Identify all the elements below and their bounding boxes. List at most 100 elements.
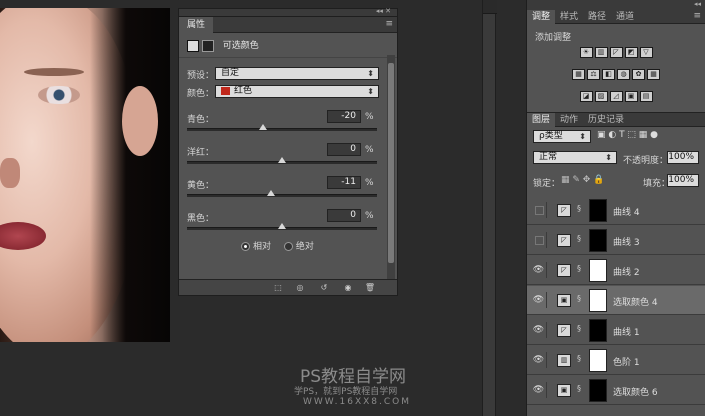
clip-layer-icon[interactable]: ⬚ [271, 282, 285, 293]
relative-radio[interactable] [241, 242, 250, 251]
adjustment-title: 可选颜色 [222, 41, 259, 51]
color-balance-icon[interactable]: ⚖ [587, 69, 600, 80]
layer-mask-thumbnail[interactable] [589, 229, 607, 252]
canvas-image [0, 8, 170, 342]
tab-paths[interactable]: 路径 [583, 10, 611, 24]
layer-row[interactable]: 👁 ◸ § 曲线 2 [527, 256, 705, 285]
visibility-eye-icon[interactable]: 👁 [531, 292, 547, 308]
properties-scrollbar[interactable] [387, 55, 395, 281]
slider-track[interactable] [187, 124, 377, 131]
tab-properties[interactable]: 属性 [179, 17, 214, 33]
layer-name: 选取颜色 4 [613, 298, 658, 308]
lock-label: 锁定： [533, 179, 561, 189]
layer-row[interactable]: 👁 ▣ § 选取颜色 4 [527, 286, 705, 315]
layer-mask-thumbnail[interactable] [589, 349, 607, 372]
layer-filter-select[interactable]: ρ类型 ⬍ [533, 130, 591, 143]
layer-mask-thumbnail[interactable] [589, 289, 607, 312]
slider-thumb[interactable] [278, 157, 286, 163]
collapse-right-icon[interactable]: ◂◂ [694, 0, 701, 8]
right-panels: ◂◂ 调整 样式 路径 通道 ≡ 添加调整 ☀ ▥ ◸ ◩ ▽ ▦ ⚖ ◧ ◍ ✿ ▦ ◪ ▨ ◿ ▣ ▤ 图层… [526, 0, 705, 416]
lock-icons[interactable]: ▦ ✎ ✥ 🔒 [561, 175, 604, 185]
photo-filter-icon[interactable]: ◍ [617, 69, 630, 80]
absolute-label: 绝对 [295, 242, 314, 252]
slider-value[interactable]: -11 [327, 176, 361, 189]
slider-track[interactable] [187, 223, 377, 230]
hue-icon[interactable]: ▦ [572, 69, 585, 80]
slider-thumb[interactable] [266, 190, 275, 196]
layer-name: 曲线 4 [613, 208, 640, 218]
visibility-eye-icon[interactable]: 👁 [531, 382, 547, 398]
tab-styles[interactable]: 样式 [555, 10, 583, 24]
slider-track[interactable] [187, 190, 377, 197]
invert-icon[interactable]: ◪ [579, 91, 593, 102]
layer-mask-thumbnail[interactable] [589, 379, 607, 402]
selective-color-add-icon[interactable]: ▣ [624, 91, 638, 102]
slider-track[interactable] [187, 157, 377, 164]
link-icon: § [577, 384, 581, 393]
vibrance-icon[interactable]: ▽ [639, 47, 653, 58]
slider-thumb[interactable] [259, 124, 267, 130]
panel-menu-icon[interactable]: ≡ [385, 19, 393, 29]
link-icon: § [577, 264, 581, 273]
layer-name: 选取颜色 6 [613, 388, 658, 398]
bw-icon[interactable]: ◧ [602, 69, 615, 80]
tab-history[interactable]: 历史记录 [583, 113, 629, 127]
opacity-field[interactable]: 100% [667, 151, 699, 164]
levels-icon[interactable]: ▥ [594, 47, 608, 58]
layer-row[interactable]: ◸ § 曲线 4 [527, 196, 705, 225]
curves-icon[interactable]: ◸ [609, 47, 623, 58]
color-lookup-icon[interactable]: ▦ [647, 69, 660, 80]
collapse-icon[interactable]: ◂◂ ✕ [376, 7, 391, 15]
preset-select[interactable]: 自定 ⬍ [215, 67, 379, 80]
slider-unit: % [365, 145, 374, 155]
link-icon: § [577, 324, 581, 333]
layer-row[interactable]: 👁 ▣ § 选取颜色 6 [527, 376, 705, 405]
posterize-icon[interactable]: ▨ [594, 91, 608, 102]
adjust-row-2: ▦ ⚖ ◧ ◍ ✿ ▦ [527, 69, 705, 80]
layer-mask-thumbnail[interactable] [589, 319, 607, 342]
channel-mixer-icon[interactable]: ✿ [632, 69, 645, 80]
visibility-eye-icon[interactable]: 👁 [531, 262, 547, 278]
reset-icon[interactable]: ↺ [317, 282, 331, 293]
link-icon: § [577, 204, 581, 213]
layer-row[interactable]: 👁 ◸ § 曲线 1 [527, 316, 705, 345]
selective-color-icon [187, 39, 199, 52]
colors-select[interactable]: 红色 ⬍ [215, 85, 379, 98]
visibility-eye-icon[interactable]: 👁 [531, 352, 547, 368]
view-previous-icon[interactable]: ◎ [293, 282, 307, 293]
slider-value[interactable]: 0 [327, 143, 361, 156]
slider-value[interactable]: 0 [327, 209, 361, 222]
panel-menu-icon[interactable]: ≡ [693, 11, 701, 21]
filter-icons[interactable]: ▣ ◐ T ⬚ ▦ ● [597, 130, 658, 140]
slider-label: 洋红： [187, 148, 215, 158]
threshold-icon[interactable]: ◿ [609, 91, 623, 102]
adjust-row-3: ◪ ▨ ◿ ▣ ▤ [527, 91, 705, 102]
adjustment-layer-icon: ◸ [557, 264, 571, 277]
mask-icon[interactable] [201, 39, 214, 52]
add-adjustment-title: 添加调整 [535, 33, 572, 43]
tab-channels[interactable]: 通道 [611, 10, 639, 24]
slider-value[interactable]: -20 [327, 110, 361, 123]
visibility-eye-icon[interactable] [531, 232, 547, 248]
absolute-radio[interactable] [283, 242, 293, 251]
tab-actions[interactable]: 动作 [555, 113, 583, 127]
exposure-icon[interactable]: ◩ [624, 47, 638, 58]
slider-unit: % [365, 211, 374, 221]
visibility-eye-icon[interactable] [531, 202, 547, 218]
tab-adjustments[interactable]: 调整 [527, 10, 556, 24]
brightness-icon[interactable]: ☀ [579, 47, 593, 58]
layer-row[interactable]: 👁 ▥ § 色阶 1 [527, 346, 705, 375]
slider-unit: % [365, 178, 374, 188]
layer-row[interactable]: ◸ § 曲线 3 [527, 226, 705, 255]
visibility-eye-icon[interactable]: 👁 [531, 322, 547, 338]
adjustment-layer-icon: ▣ [557, 294, 571, 307]
fill-field[interactable]: 100% [667, 174, 699, 187]
gradient-map-icon[interactable]: ▤ [639, 91, 653, 102]
visibility-icon[interactable]: ◉ [341, 282, 355, 293]
layer-mask-thumbnail[interactable] [589, 199, 607, 222]
blend-mode-select[interactable]: 正常 ⬍ [533, 151, 617, 164]
layer-mask-thumbnail[interactable] [589, 259, 607, 282]
tab-layers[interactable]: 图层 [527, 113, 556, 127]
trash-icon[interactable]: 🗑 [363, 282, 377, 293]
slider-thumb[interactable] [278, 223, 286, 229]
